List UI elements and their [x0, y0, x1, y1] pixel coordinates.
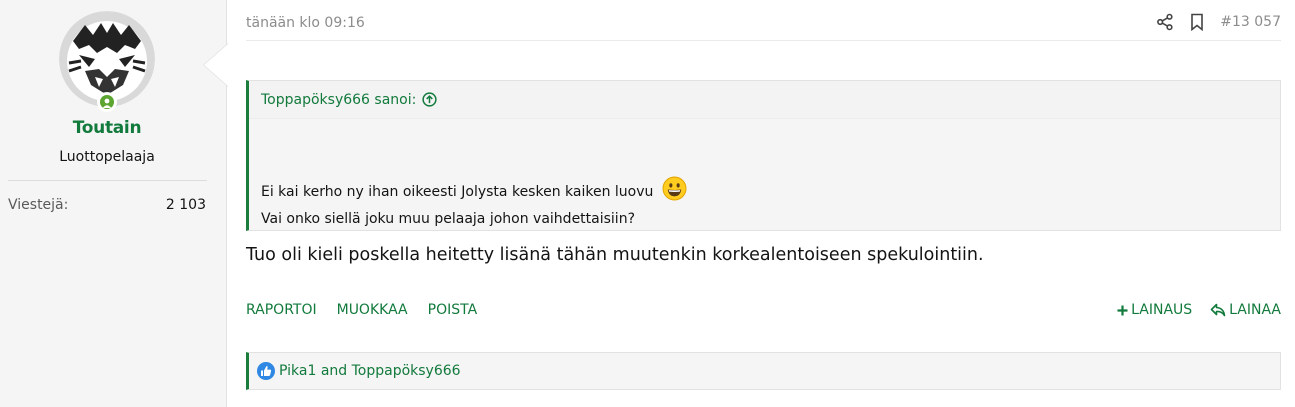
post-date[interactable]: tänään klo 09:16 [246, 15, 365, 31]
sidebar-pointer [203, 43, 228, 87]
reply-icon [1210, 303, 1226, 317]
multiquote-label: LAINAUS [1131, 302, 1193, 318]
reply-button[interactable]: LAINAA [1210, 302, 1281, 318]
post-header-actions: #13 057 [1154, 11, 1281, 33]
post-message: Tuo oli kieli poskella heitetty lisänä t… [246, 245, 984, 265]
quote-author[interactable]: Toppapöksy666 sanoi: [261, 92, 416, 108]
quote-content: Ei kai kerho ny ihan oikeesti Jolysta ke… [261, 176, 687, 230]
reaction-users[interactable]: Pika1 and Toppapöksy666 [279, 363, 461, 379]
plus-icon [1117, 305, 1128, 316]
header-divider [246, 40, 1281, 41]
post-number[interactable]: #13 057 [1220, 14, 1281, 30]
multiquote-button[interactable]: LAINAUS [1117, 302, 1192, 318]
post-footer-actions-right: LAINAUS LAINAA [1117, 302, 1281, 318]
reply-label: LAINAA [1229, 302, 1281, 318]
bookmark-icon[interactable] [1186, 11, 1208, 33]
sidebar-divider [8, 180, 207, 181]
reactions-bar: Pika1 and Toppapöksy666 [246, 352, 1281, 390]
online-status-icon [97, 92, 117, 112]
quote-line-text: Ei kai kerho ny ihan oikeesti Jolysta ke… [261, 184, 654, 200]
user-sidebar: Toutain Luottopelaaja Viestejä: 2 103 [0, 0, 227, 407]
edit-link[interactable]: MUOKKAA [337, 302, 408, 318]
arrow-up-circle-icon[interactable] [422, 92, 437, 107]
post-footer-actions-left: RAPORTOI MUOKKAA POISTA [246, 302, 477, 318]
quote-block: Toppapöksy666 sanoi: Ei kai kerho ny iha… [246, 80, 1281, 231]
user-title: Luottopelaaja [59, 149, 155, 165]
quote-line: Ei kai kerho ny ihan oikeesti Jolysta ke… [261, 176, 687, 208]
messages-stat-value: 2 103 [165, 197, 206, 213]
share-icon[interactable] [1154, 11, 1176, 33]
delete-link[interactable]: POISTA [428, 302, 478, 318]
like-icon[interactable] [257, 362, 275, 380]
report-link[interactable]: RAPORTOI [246, 302, 317, 318]
quote-header: Toppapöksy666 sanoi: [249, 81, 1280, 119]
username[interactable]: Toutain [0, 118, 214, 138]
grin-emoji-icon [662, 176, 687, 208]
messages-stat-label: Viestejä: [8, 197, 69, 213]
quote-line: Vai onko siellä joku muu pelaaja johon v… [261, 211, 636, 227]
